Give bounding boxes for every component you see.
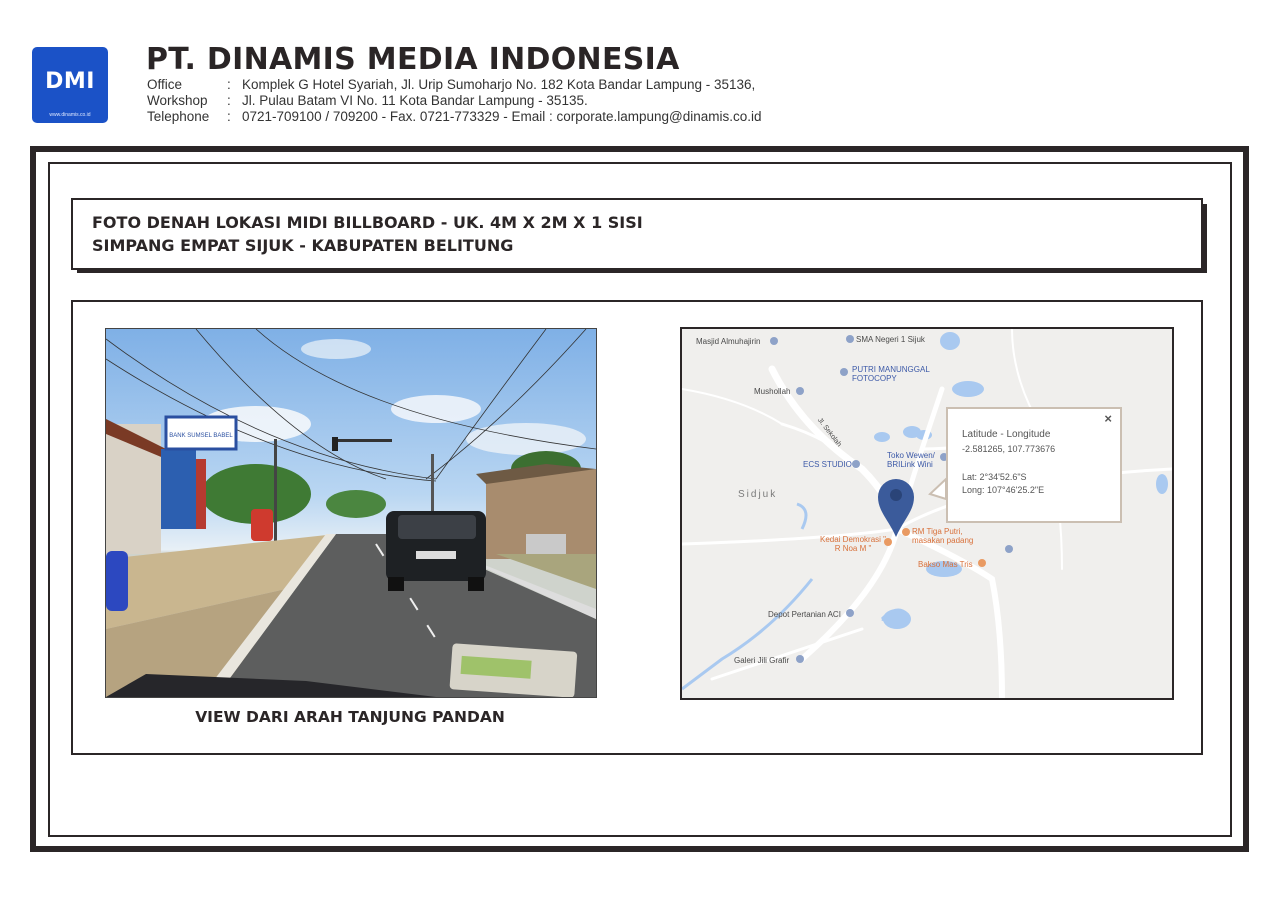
popup-heading: Latitude - Longitude xyxy=(962,429,1051,440)
office-row: Office: Komplek G Hotel Syariah, Jl. Urip… xyxy=(147,77,756,92)
telephone-value: 0721-709100 / 709200 - Fax. 0721-773329 … xyxy=(242,109,762,124)
title-line-2: SIMPANG EMPAT SIJUK - KABUPATEN BELITUNG xyxy=(92,236,514,255)
map-place-rm-tiga-putri: RM Tiga Putri, masakan padang xyxy=(912,527,974,545)
bank-sign-text: BANK SUMSEL BABEL xyxy=(169,433,233,439)
map-place-fotocopy: PUTRI MANUNGGAL FOTOCOPY xyxy=(852,365,930,383)
map-place-ecs-studio: ECS STUDIO xyxy=(803,460,852,469)
coordinate-popup: × Latitude - Longitude -2.581265, 107.77… xyxy=(946,407,1122,523)
map-place-depot: Depot Pertanian ACI xyxy=(768,610,841,619)
street-scene: BANK SUMSEL BABEL xyxy=(106,329,596,697)
title-line-1: FOTO DENAH LOKASI MIDI BILLBOARD - UK. 4… xyxy=(92,213,643,232)
photo-caption: VIEW DARI ARAH TANJUNG PANDAN xyxy=(195,708,505,726)
office-label: Office xyxy=(147,77,183,92)
company-name: PT. DINAMIS MEDIA INDONESIA xyxy=(146,42,680,77)
workshop-value: Jl. Pulau Batam VI No. 11 Kota Bandar La… xyxy=(242,93,588,108)
location-photo: BANK SUMSEL BABEL xyxy=(105,328,597,698)
logo-text: DMI xyxy=(45,69,95,94)
location-map[interactable]: Masjid Almuhajirin SMA Negeri 1 Sijuk PU… xyxy=(680,327,1174,700)
map-place-sma: SMA Negeri 1 Sijuk xyxy=(856,335,925,344)
popup-long: Long: 107°46'25.2"E xyxy=(962,485,1045,495)
logo-website: www.dinamis.co.id xyxy=(49,112,91,118)
popup-coords: -2.581265, 107.773676 xyxy=(962,444,1056,454)
close-icon[interactable]: × xyxy=(1104,411,1112,426)
telephone-row: Telephone:0721-709100 / 709200 - Fax. 07… xyxy=(147,109,762,124)
telephone-label: Telephone xyxy=(147,109,210,124)
map-place-galeri: Galeri Jili Grafir xyxy=(734,656,790,665)
map-place-kedai-demokrasi: Kedai Demokrasi " R Noa M " xyxy=(820,535,886,553)
office-value: Komplek G Hotel Syariah, Jl. Urip Sumoha… xyxy=(242,77,756,92)
map-area-label: Sidjuk xyxy=(738,489,778,500)
title-box xyxy=(71,198,1203,270)
map-place-bakso: Bakso Mas Tris xyxy=(918,560,973,569)
popup-lat: Lat: 2°34'52.6"S xyxy=(962,472,1027,482)
company-logo: DMI www.dinamis.co.id xyxy=(32,47,108,123)
map-place-mushollah: Mushollah xyxy=(754,387,791,396)
workshop-row: Workshop: Jl. Pulau Batam VI No. 11 Kota … xyxy=(147,93,588,108)
map-place-toko-wewen: Toko Wewen/ BRILink Wini xyxy=(887,451,935,469)
map-place-masjid: Masjid Almuhajirin xyxy=(696,337,761,346)
workshop-label: Workshop xyxy=(147,93,208,108)
